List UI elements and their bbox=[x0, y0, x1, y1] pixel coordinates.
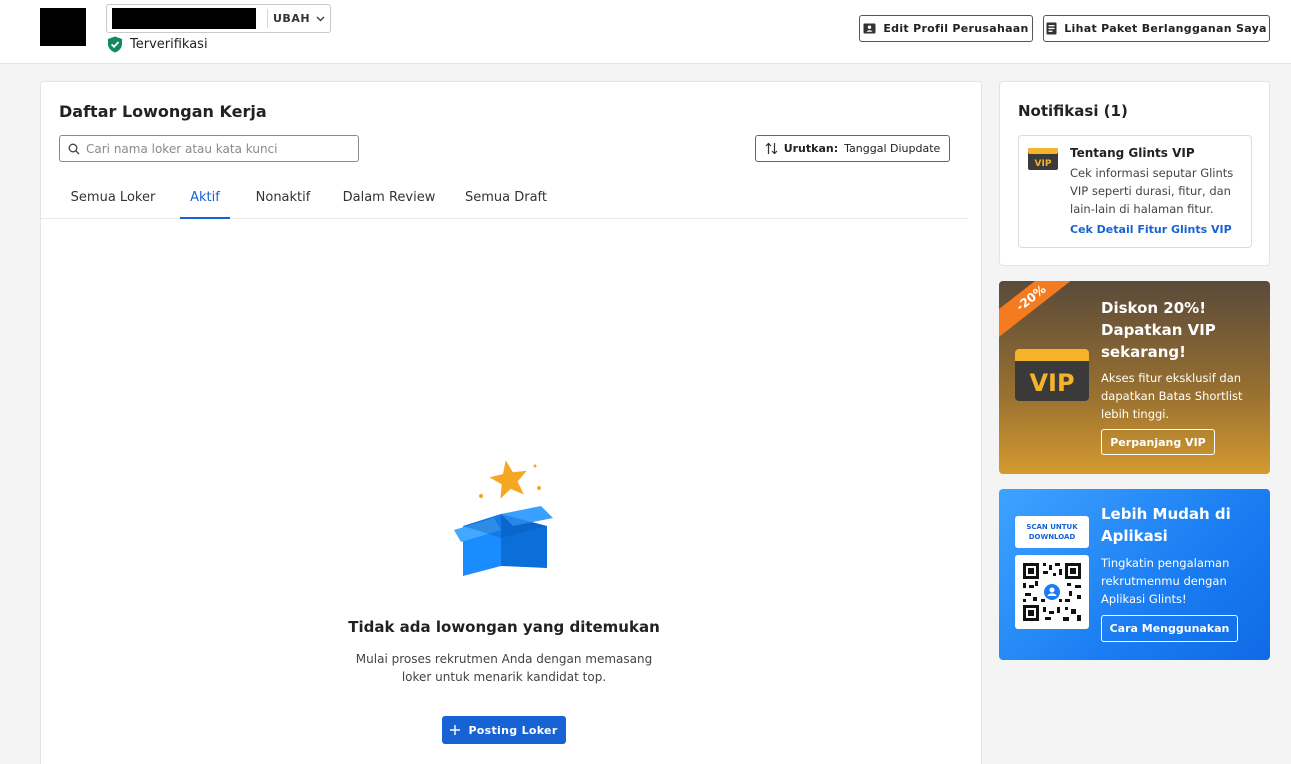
tab-nonaktif[interactable]: Nonaktif bbox=[250, 182, 316, 219]
extend-vip-button[interactable]: Perpanjang VIP bbox=[1101, 429, 1215, 455]
scan-to-download-label: SCAN UNTUK DOWNLOAD bbox=[1015, 516, 1089, 548]
post-job-label: Posting Loker bbox=[468, 723, 558, 737]
divider bbox=[267, 9, 268, 28]
sort-icon bbox=[765, 142, 778, 155]
empty-state-description: Mulai proses rekrutmen Anda dengan memas… bbox=[41, 650, 967, 686]
search-icon bbox=[68, 143, 80, 154]
post-job-button[interactable]: Posting Loker bbox=[442, 716, 566, 744]
notifications-title: Notifikasi (1) bbox=[1018, 102, 1128, 120]
how-to-use-button[interactable]: Cara Menggunakan bbox=[1101, 615, 1238, 642]
app-promo-body: Tingkatin pengalaman rekrutmenmu dengan … bbox=[1101, 556, 1230, 606]
view-subscription-label: Lihat Paket Berlangganan Saya bbox=[1064, 22, 1267, 35]
job-list-panel: Daftar Lowongan Kerja Urutkan: Tanggal D… bbox=[40, 81, 982, 764]
notification-link[interactable]: Cek Detail Fitur Glints VIP bbox=[1070, 223, 1232, 236]
chevron-down-icon bbox=[316, 16, 325, 21]
promo-body: Akses fitur eksklusif dan dapatkan Batas… bbox=[1101, 371, 1243, 421]
notification-body: Cek informasi seputar Glints VIP seperti… bbox=[1070, 166, 1234, 216]
vip-badge-text: VIP bbox=[1029, 369, 1074, 397]
page-title: Daftar Lowongan Kerja bbox=[59, 102, 267, 121]
shield-check-icon bbox=[108, 36, 122, 53]
tab-aktif[interactable]: Aktif bbox=[180, 182, 230, 219]
tab-semua-draft[interactable]: Semua Draft bbox=[461, 182, 551, 219]
sort-label: Urutkan: bbox=[783, 142, 839, 155]
qr-code-icon bbox=[1023, 563, 1081, 621]
company-logo bbox=[40, 8, 86, 46]
vip-badge-icon: VIP bbox=[1015, 349, 1089, 401]
vip-promo-banner: -20% VIP Diskon 20%! Dapatkan VIP sekara… bbox=[999, 281, 1270, 474]
sort-value: Tanggal Diupdate bbox=[844, 142, 941, 155]
vip-card-icon: VIP bbox=[1028, 148, 1058, 170]
verified-label: Terverifikasi bbox=[130, 37, 208, 52]
edit-company-profile-label: Edit Profil Perusahaan bbox=[883, 22, 1029, 35]
edit-company-profile-button[interactable]: Edit Profil Perusahaan bbox=[859, 15, 1033, 42]
company-selector: UBAH bbox=[106, 4, 331, 33]
notification-title: Tentang Glints VIP bbox=[1070, 146, 1195, 160]
company-name-redacted bbox=[112, 8, 256, 29]
top-header: UBAH Terverifikasi Edit Profil Perusahaa… bbox=[0, 0, 1291, 64]
search-input[interactable] bbox=[86, 141, 336, 156]
sort-button[interactable]: Urutkan: Tanggal Diupdate bbox=[755, 135, 950, 162]
empty-state-line-1: Mulai proses rekrutmen Anda dengan memas… bbox=[355, 652, 653, 666]
job-search-box[interactable] bbox=[59, 135, 359, 162]
empty-state-title: Tidak ada lowongan yang ditemukan bbox=[348, 618, 660, 636]
change-company-button[interactable]: UBAH bbox=[273, 5, 325, 32]
plus-icon bbox=[450, 725, 461, 735]
vip-icon-text: VIP bbox=[1035, 159, 1052, 169]
app-download-banner: SCAN UNTUK DOWNLOAD Lebih Mudah di Aplik… bbox=[999, 489, 1270, 660]
discount-ribbon: -20% bbox=[999, 281, 1086, 344]
view-subscription-button[interactable]: Lihat Paket Berlangganan Saya bbox=[1043, 15, 1270, 42]
verified-status: Terverifikasi bbox=[107, 36, 208, 53]
qr-code bbox=[1015, 555, 1089, 629]
job-status-tabs: Semua Loker Aktif Nonaktif Dalam Review … bbox=[41, 182, 968, 219]
tab-dalam-review[interactable]: Dalam Review bbox=[340, 182, 438, 219]
notification-item: VIP Tentang Glints VIP Cek informasi sep… bbox=[1018, 135, 1252, 248]
id-card-icon bbox=[863, 23, 876, 34]
tab-semua-loker[interactable]: Semua Loker bbox=[65, 182, 161, 219]
promo-title: Diskon 20%! Dapatkan VIP sekarang! bbox=[1101, 299, 1216, 361]
empty-box-illustration bbox=[454, 460, 553, 576]
empty-state-line-2: loker untuk menarik kandidat top. bbox=[401, 670, 607, 684]
notifications-panel: Notifikasi (1) VIP Tentang Glints VIP Ce… bbox=[999, 81, 1270, 266]
change-company-label: UBAH bbox=[273, 12, 311, 25]
app-promo-title: Lebih Mudah di Aplikasi bbox=[1101, 505, 1231, 545]
document-icon bbox=[1046, 22, 1057, 35]
